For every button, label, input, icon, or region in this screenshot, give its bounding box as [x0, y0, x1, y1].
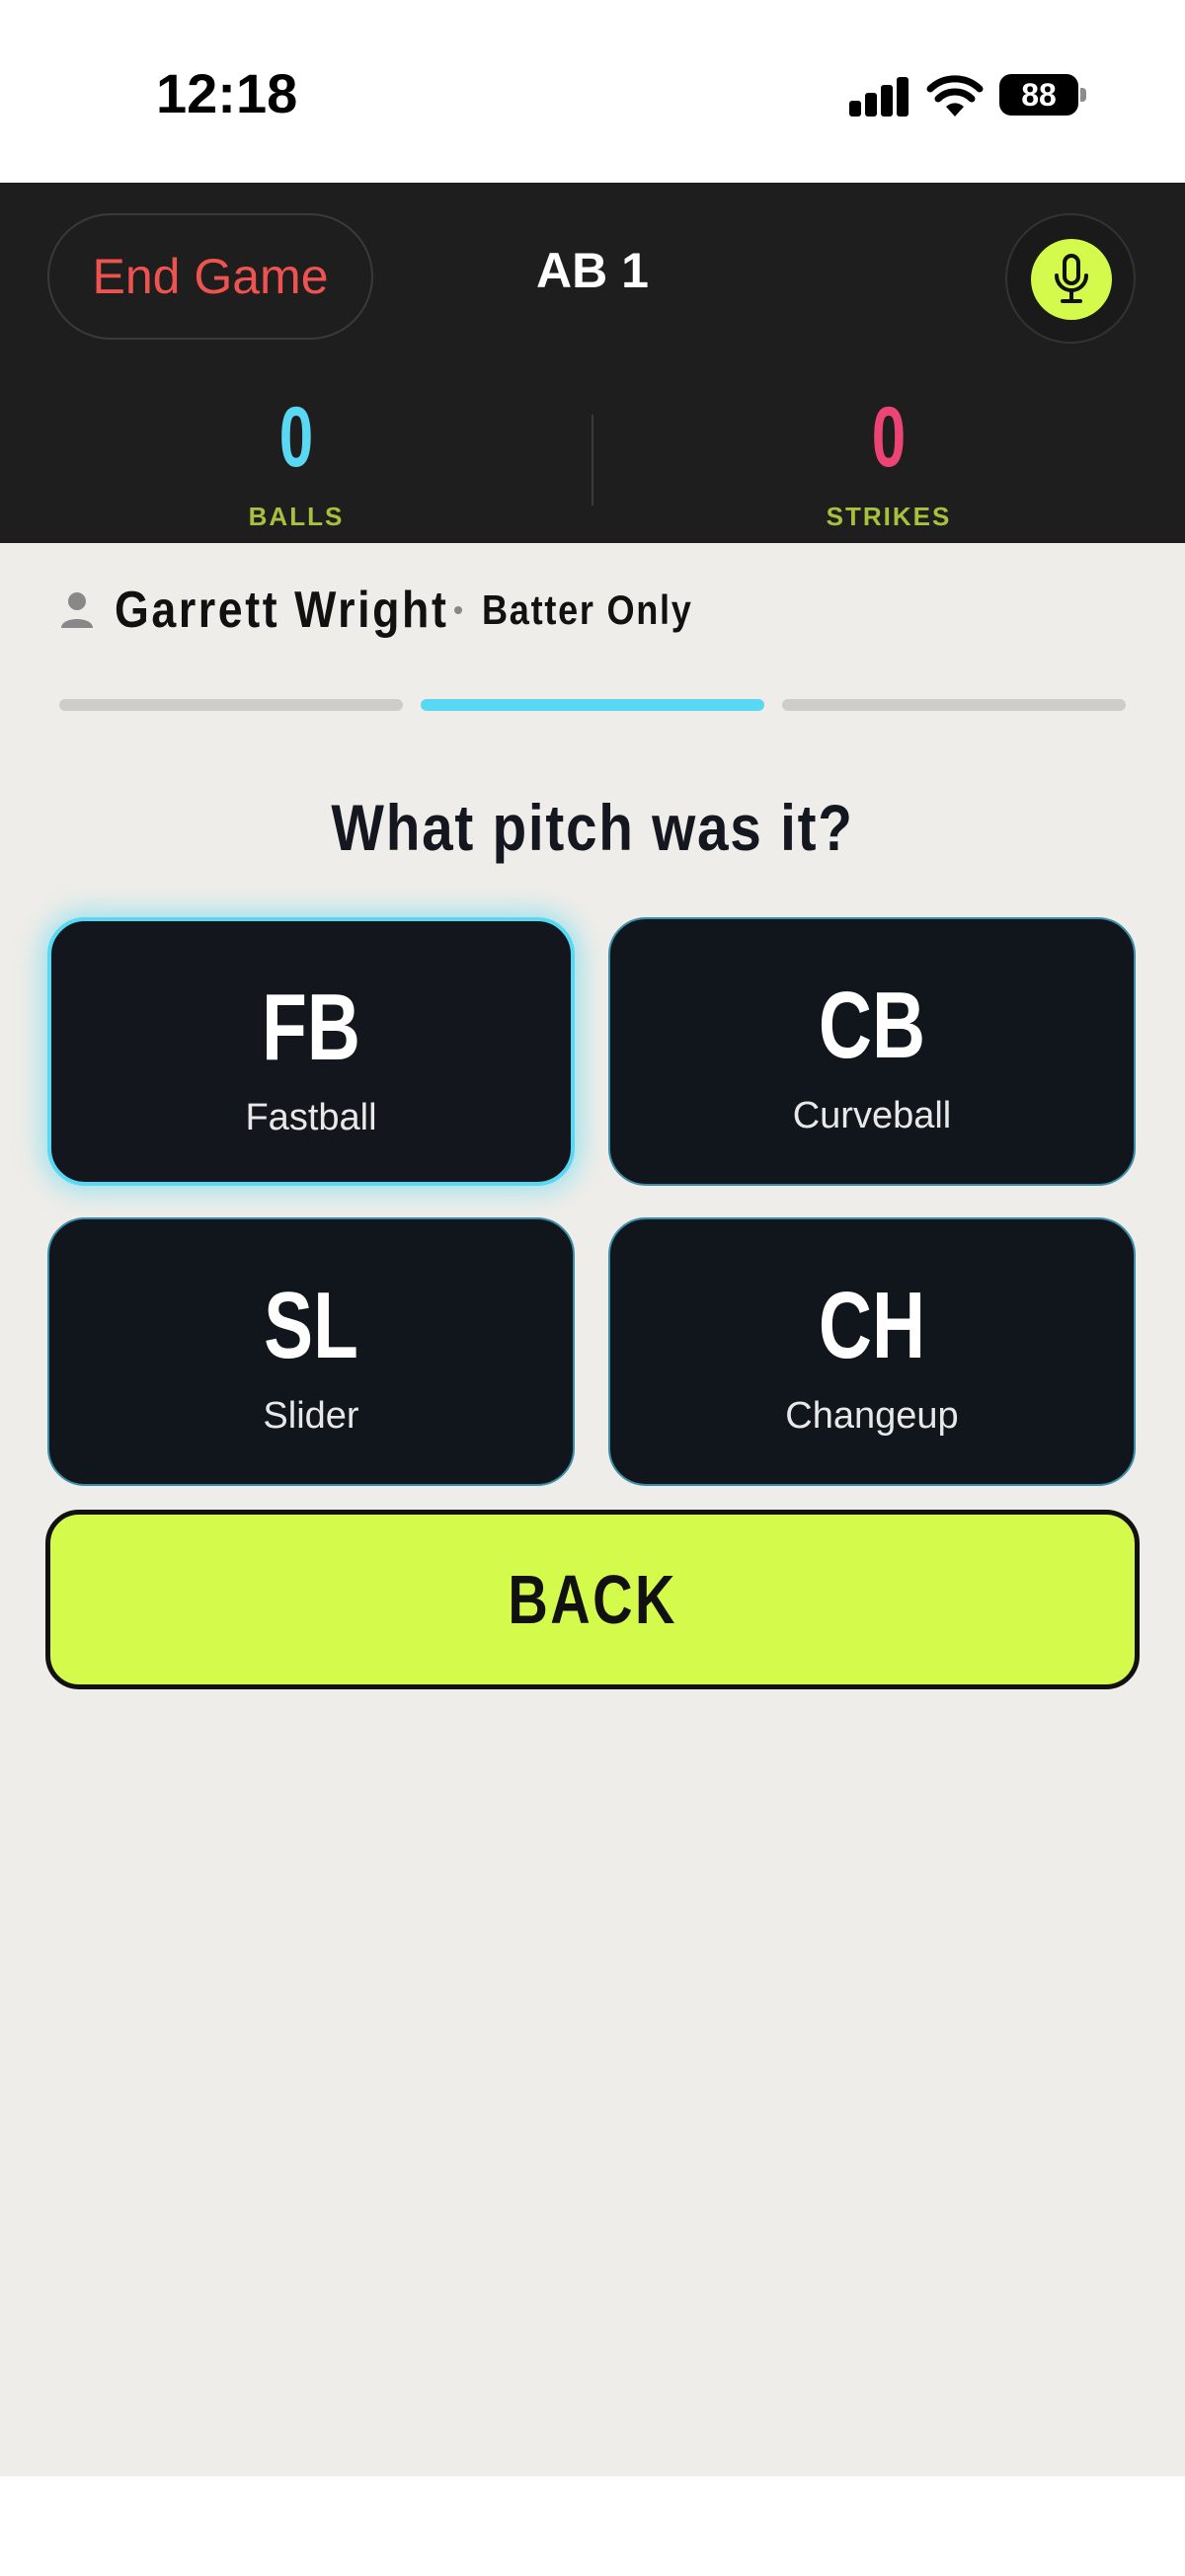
pitch-name: Fastball	[245, 1097, 377, 1138]
pitch-name: Curveball	[792, 1095, 952, 1136]
pitch-name: Slider	[263, 1395, 359, 1437]
pitch-code: CB	[818, 973, 926, 1078]
status-time: 12:18	[156, 62, 298, 124]
back-button[interactable]: BACK	[45, 1510, 1140, 1689]
pitch-code: FB	[262, 975, 360, 1080]
person-icon	[61, 592, 93, 628]
at-bat-label: AB 1	[536, 243, 649, 298]
mic-button[interactable]	[1031, 239, 1112, 320]
pitch-option-changeup[interactable]: CH Changeup	[608, 1217, 1136, 1486]
batter-role: Batter Only	[482, 586, 693, 633]
separator-dot	[454, 606, 462, 614]
pitch-option-fastball[interactable]: FB Fastball	[47, 917, 575, 1186]
balls-count: 0	[278, 390, 314, 485]
progress-step-3	[782, 699, 1126, 711]
status-bar: 12:18 88	[0, 0, 1185, 183]
wifi-icon	[926, 75, 984, 117]
strikes-counter: 0 STRIKES	[592, 395, 1185, 532]
pitch-code: SL	[264, 1273, 358, 1378]
step-progress	[59, 699, 1126, 711]
game-header: End Game AB 1 0 BALLS 0 STRIKES	[0, 183, 1185, 543]
pitch-name: Changeup	[785, 1395, 959, 1437]
signal-icon	[849, 77, 910, 117]
progress-step-2	[421, 699, 764, 711]
main-content: Garrett Wright Batter Only What pitch wa…	[0, 543, 1185, 2476]
mic-button-ring	[1005, 213, 1136, 344]
microphone-icon	[1055, 254, 1088, 303]
back-label: BACK	[508, 1561, 677, 1638]
app-screen: 12:18 88 End Game AB 1 0 BALLS 0 STRIKES…	[0, 0, 1185, 2576]
progress-step-1	[59, 699, 403, 711]
question-title: What pitch was it?	[331, 791, 854, 864]
pitch-option-curveball[interactable]: CB Curveball	[608, 917, 1136, 1186]
strikes-label: STRIKES	[826, 502, 952, 531]
pitch-code: CH	[818, 1273, 926, 1378]
batter-info: Garrett Wright Batter Only	[59, 581, 727, 640]
balls-label: BALLS	[248, 502, 345, 531]
balls-counter: 0 BALLS	[0, 395, 592, 532]
battery-tip	[1080, 88, 1086, 102]
batter-name: Garrett Wright	[115, 582, 449, 639]
pitch-option-slider[interactable]: SL Slider	[47, 1217, 575, 1486]
strikes-count: 0	[871, 390, 907, 485]
bottom-safe-area	[0, 2476, 1185, 2576]
end-game-button[interactable]: End Game	[47, 213, 373, 340]
battery-icon: 88	[999, 74, 1078, 116]
